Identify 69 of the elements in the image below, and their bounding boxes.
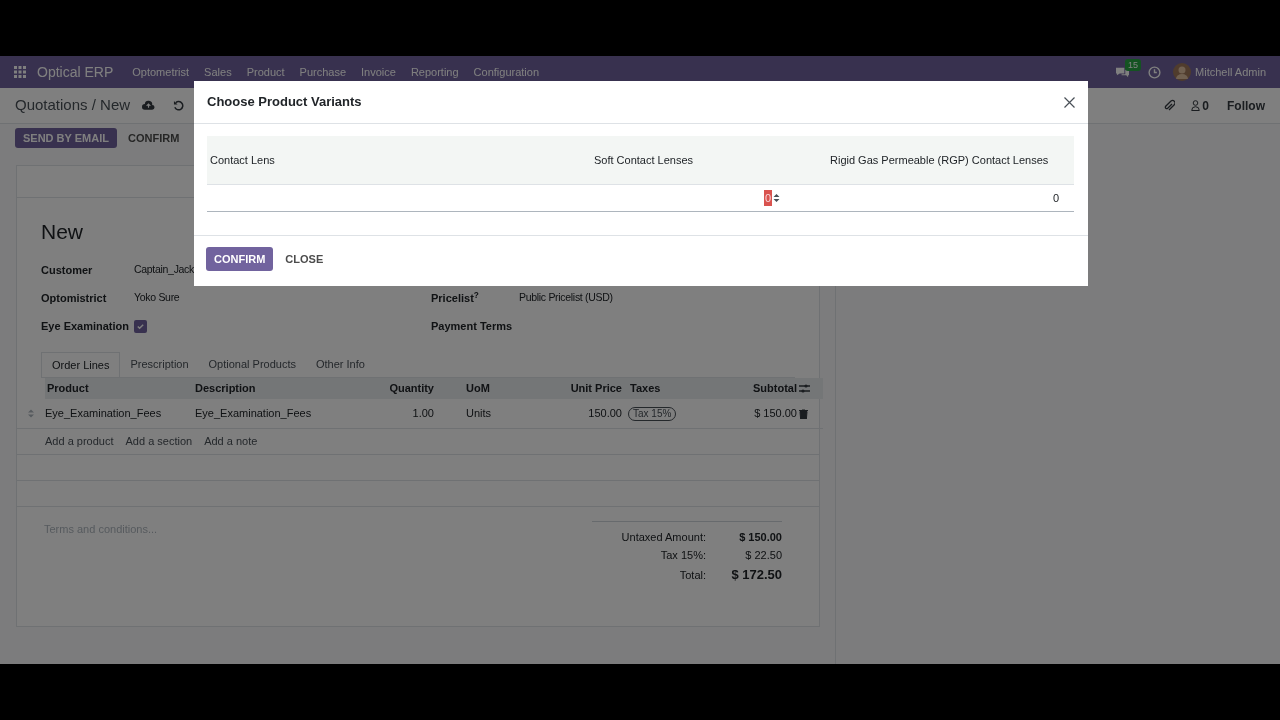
- message-count-badge: 15: [1125, 58, 1142, 71]
- action-button[interactable]: SEND BY EMAIL: [15, 128, 117, 148]
- check-icon: [136, 321, 145, 331]
- total-value: $ 22.50: [744, 547, 782, 563]
- table-cell: Eye_Examination_Fees: [193, 399, 338, 429]
- menu-item[interactable]: Optometrist: [132, 63, 190, 81]
- total-label: Untaxed Amount:: [621, 529, 706, 545]
- add-line-link[interactable]: Add a product: [45, 433, 114, 450]
- form-tab[interactable]: Prescription: [120, 352, 199, 377]
- dialog-title: Choose Product Variants: [207, 93, 363, 112]
- breadcrumb[interactable]: Quotations / New: [15, 94, 131, 117]
- dialog-button[interactable]: CONFIRM: [206, 247, 274, 271]
- table-cell: Eye_Examination_Fees: [45, 399, 193, 429]
- quantity-input[interactable]: 0: [1052, 189, 1059, 207]
- field-value[interactable]: Captain_Jack: [134, 262, 195, 278]
- column-header[interactable]: Taxes: [624, 378, 689, 399]
- column-header: Contact Lens: [207, 136, 590, 185]
- total-value: $ 172.50: [730, 566, 782, 585]
- trash-icon[interactable]: [799, 408, 808, 419]
- column-header[interactable]: Quantity: [338, 378, 436, 399]
- field-label: Optomistrict: [41, 290, 108, 306]
- table-cell: $ 150.00: [689, 399, 799, 429]
- field-value[interactable]: Yoko Sure: [134, 290, 180, 306]
- person-icon[interactable]: [1191, 100, 1201, 111]
- user-name[interactable]: Mitchell Admin: [1195, 63, 1266, 81]
- table-cell: Units: [436, 399, 524, 429]
- column-header: Rigid Gas Permeable (RGP) Contact Lenses: [827, 136, 1074, 185]
- column-header[interactable]: Description: [193, 378, 338, 399]
- apps-grid-icon[interactable]: [14, 66, 26, 78]
- menu-item[interactable]: Product: [246, 63, 285, 81]
- column-header: Soft Contact Lenses: [590, 136, 827, 185]
- paperclip-icon[interactable]: [1163, 98, 1176, 113]
- close-icon[interactable]: [1064, 96, 1075, 108]
- form-tab[interactable]: Order Lines: [41, 352, 121, 377]
- column-header[interactable]: Subtotal: [689, 378, 799, 399]
- add-line-link[interactable]: Add a section: [125, 433, 193, 450]
- menu-item[interactable]: Purchase: [299, 63, 347, 81]
- column-header[interactable]: Unit Price: [524, 378, 624, 399]
- cloud-upload-icon[interactable]: [142, 100, 156, 111]
- menu-item[interactable]: Sales: [204, 63, 232, 81]
- dialog-button[interactable]: CLOSE: [277, 247, 332, 271]
- column-header[interactable]: Product: [45, 378, 193, 399]
- add-line-link[interactable]: Add a note: [204, 433, 258, 450]
- column-settings-icon[interactable]: [799, 384, 810, 393]
- follow-button[interactable]: Follow: [1227, 96, 1265, 115]
- record-title: New: [41, 219, 84, 245]
- menu-item[interactable]: Reporting: [410, 63, 459, 81]
- field-value[interactable]: Public Pricelist (USD): [519, 290, 613, 306]
- column-header[interactable]: UoM: [436, 378, 524, 399]
- undo-icon[interactable]: [173, 100, 185, 111]
- form-tab[interactable]: Optional Products: [198, 352, 306, 377]
- field-label: Payment Terms: [431, 318, 514, 334]
- field-label: Customer: [41, 262, 94, 278]
- form-tab[interactable]: Other Info: [306, 352, 375, 377]
- total-label: Tax 15%:: [660, 547, 706, 563]
- table-cell: 150.00: [524, 399, 624, 429]
- follower-count[interactable]: 0: [1202, 96, 1209, 115]
- total-value: $ 150.00: [738, 529, 782, 545]
- table-cell: 1.00: [338, 399, 436, 429]
- field-label: Eye Examination: [41, 318, 131, 334]
- total-label: Total:: [679, 567, 706, 583]
- checkbox[interactable]: [134, 319, 147, 333]
- app-brand[interactable]: Optical ERP: [37, 61, 114, 83]
- action-button[interactable]: CONFIRM: [120, 128, 188, 148]
- menu-item[interactable]: Invoice: [361, 63, 396, 81]
- drag-handle-icon[interactable]: [28, 409, 34, 418]
- field-label: Pricelist$^{?}$: [431, 289, 480, 306]
- clock-icon[interactable]: [1148, 65, 1162, 79]
- menu-item[interactable]: Configuration: [473, 63, 540, 81]
